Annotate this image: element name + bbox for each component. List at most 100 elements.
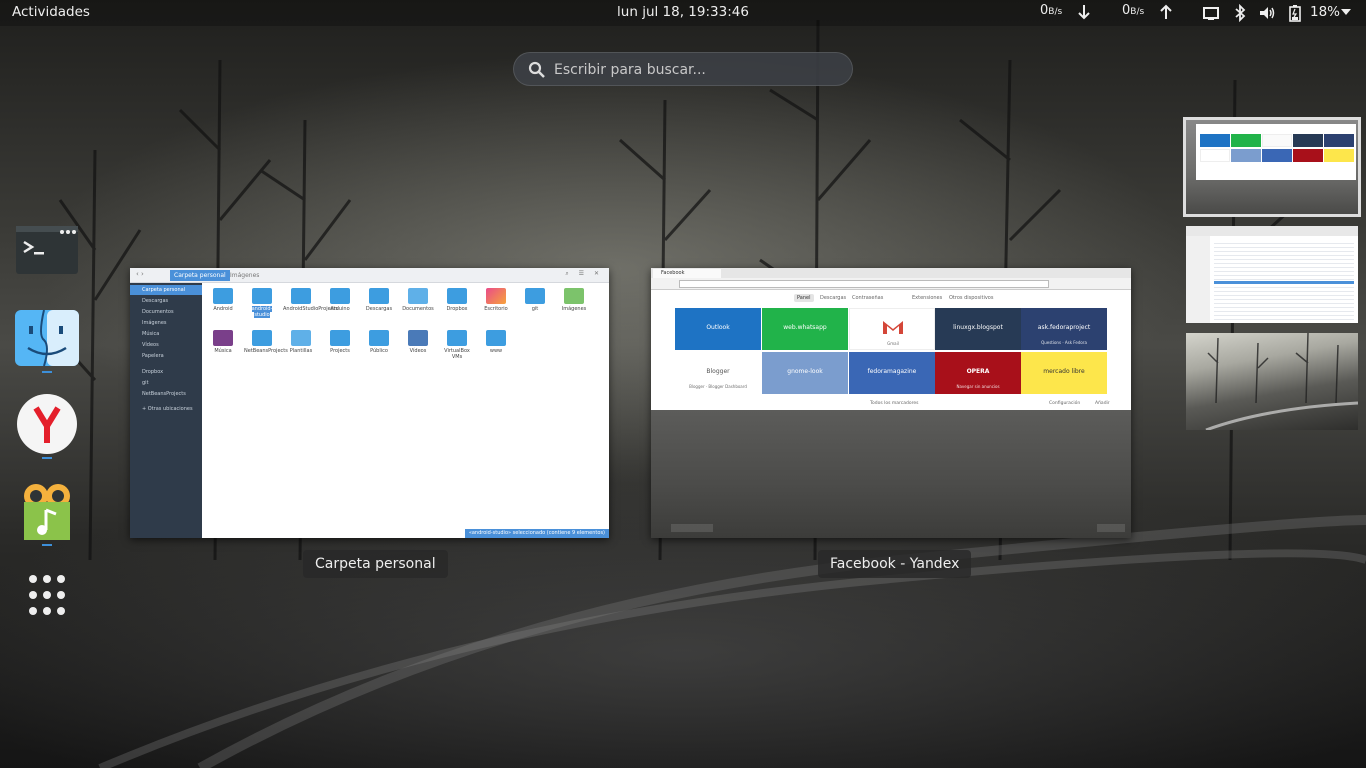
terminal-launcher[interactable] <box>14 218 80 284</box>
running-indicator <box>42 371 52 373</box>
fm-file: VirtualBox VMs <box>439 330 475 360</box>
fm-status-bar: «android-studio» seleccionado (contiene … <box>464 529 609 538</box>
show-apps-button[interactable] <box>14 566 80 632</box>
battery-percent[interactable]: 18% <box>1310 4 1340 20</box>
fm-file: Vídeos <box>400 330 436 354</box>
br-all-bookmarks: Todos los marcadores <box>870 401 919 406</box>
fm-sidebar: Carpeta personal Descargas Documentos Im… <box>130 283 202 538</box>
br-gallery-button <box>671 524 713 532</box>
yandex-browser-launcher[interactable] <box>14 391 80 457</box>
terminal-icon <box>16 226 78 274</box>
fm-sidebar-item: + Otras ubicaciones <box>142 406 193 412</box>
fm-file: Projects <box>322 330 358 354</box>
workspace-1-preview <box>1186 120 1358 214</box>
workspace-3[interactable] <box>1186 333 1358 430</box>
br-tabbar: Facebook <box>651 268 1131 278</box>
fm-sidebar-item: Papelera <box>142 353 164 359</box>
tile: Gmail <box>849 308 935 350</box>
tile: Blogger Blogger · Blogger Dashboard <box>675 352 761 394</box>
fm-file: www <box>478 330 514 354</box>
search-icon <box>528 61 545 78</box>
bluetooth-icon[interactable] <box>1231 4 1249 22</box>
fm-sidebar-item: git <box>142 380 149 386</box>
battery-icon[interactable] <box>1286 4 1304 22</box>
fm-headerbar: ‹ › Carpeta personal Imágenes ⌕ ☰ ✕ <box>130 268 609 283</box>
tile: OPERA Navegar sin anuncios <box>935 352 1021 394</box>
running-indicator <box>42 544 52 546</box>
br-url-field <box>679 280 1049 288</box>
tile: mercado libre <box>1021 352 1107 394</box>
yandex-browser-icon <box>17 394 77 454</box>
fm-sidebar-item: Carpeta personal <box>130 285 202 295</box>
tile: fedoramagazine <box>849 352 935 394</box>
fm-file: Dropbox <box>439 288 475 312</box>
fm-sidebar-item: Descargas <box>142 298 169 304</box>
workspace-2[interactable] <box>1186 226 1358 323</box>
screen-icon[interactable] <box>1202 4 1220 22</box>
br-nav-item: Descargas <box>820 295 847 301</box>
fm-file: Público <box>361 330 397 354</box>
workspace-window-preview <box>1196 124 1356 180</box>
clock[interactable]: lun jul 18, 19:33:46 <box>617 4 749 20</box>
top-bar: Actividades lun jul 18, 19:33:46 0B/s 0B… <box>0 0 1366 26</box>
running-indicator <box>42 457 52 459</box>
tile: gnome-look <box>762 352 848 394</box>
fm-file: Android <box>205 288 241 312</box>
fm-file: git <box>517 288 553 312</box>
br-settings-link: Configuración <box>1049 401 1081 406</box>
br-nav-item: Extensiones <box>912 295 943 301</box>
fm-sidebar-item: Música <box>142 331 160 337</box>
window-caption[interactable]: Facebook - Yandex <box>818 550 972 578</box>
volume-icon[interactable] <box>1258 4 1276 22</box>
br-tab: Facebook <box>653 269 721 278</box>
fm-sidebar-item: Documentos <box>142 309 174 315</box>
gmail-icon <box>883 321 903 334</box>
window-file-manager[interactable]: ‹ › Carpeta personal Imágenes ⌕ ☰ ✕ Carp… <box>130 268 609 538</box>
show-apps-icon <box>29 575 65 615</box>
fm-file: Música <box>205 330 241 354</box>
window-caption[interactable]: Carpeta personal <box>303 550 448 578</box>
music-app-launcher[interactable] <box>14 480 80 546</box>
files-launcher[interactable] <box>14 306 80 372</box>
workspace-3-wallpaper <box>1205 333 1358 430</box>
fm-sidebar-item: Vídeos <box>142 342 159 348</box>
search-input[interactable] <box>554 59 844 81</box>
fm-file: Arduino <box>322 288 358 312</box>
fm-sidebar-item: NetBeansProjects <box>142 391 186 397</box>
br-nav-item: Otros dispositivos <box>949 295 994 301</box>
arrow-down-icon <box>1078 5 1090 20</box>
fm-file: Descargas <box>361 288 397 312</box>
fm-path-current: Carpeta personal <box>170 270 230 281</box>
chevron-down-icon[interactable] <box>1341 9 1351 15</box>
br-nav-item: Contraseñas <box>852 295 884 301</box>
tile: Outlook <box>675 308 761 350</box>
br-bottom-button <box>1097 524 1125 532</box>
window-browser[interactable]: Facebook Panel Descargas Contraseñas Ext… <box>651 268 1131 538</box>
search-box[interactable] <box>513 52 853 86</box>
fm-file: Documentos <box>400 288 436 312</box>
fm-sidebar-item: Imágenes <box>142 320 167 326</box>
br-newtab-page: Panel Descargas Contraseñas Extensiones … <box>651 290 1131 410</box>
fm-file: android-studio <box>244 288 280 318</box>
fm-file: Escritorio <box>478 288 514 312</box>
workspace-1[interactable] <box>1183 117 1361 217</box>
tile: linuxgx.blogspot <box>935 308 1021 350</box>
tile: web.whatsapp <box>762 308 848 350</box>
activities-button[interactable]: Actividades <box>12 4 90 20</box>
net-download-speed: 0B/s <box>1040 3 1063 18</box>
fm-file: NetBeansProjects <box>244 330 288 354</box>
window-controls-icon: ⌕ ☰ ✕ <box>565 270 603 277</box>
br-add-link: Añadir <box>1095 401 1110 406</box>
net-upload-speed: 0B/s <box>1122 3 1145 18</box>
fm-file: AndroidStudioProjects <box>283 288 338 312</box>
br-wallpaper-area <box>651 410 1131 538</box>
br-urlbar <box>651 278 1131 290</box>
fm-file: Plantillas <box>283 330 319 354</box>
back-icon: ‹ › <box>136 270 144 278</box>
music-app-icon <box>24 484 70 540</box>
tile: ask.fedoraproject Questions · Ask Fedora <box>1021 308 1107 350</box>
br-nav-item: Panel <box>794 294 814 302</box>
fm-path-next: Imágenes <box>230 272 260 279</box>
arrow-up-icon <box>1160 4 1172 19</box>
fm-sidebar-item: Dropbox <box>142 369 164 375</box>
